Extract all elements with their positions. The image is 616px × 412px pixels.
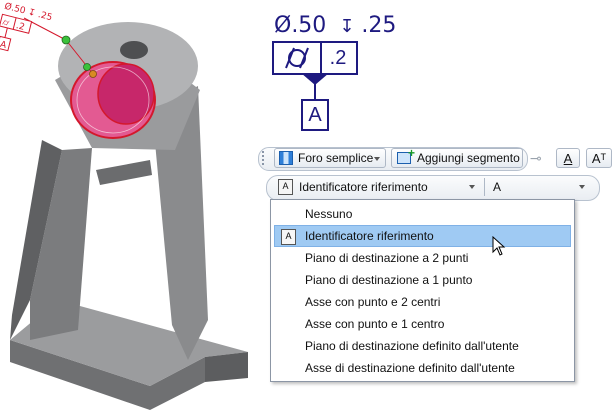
small-datum-leader [4, 27, 8, 38]
dropdown-item-label: Piano di destinazione a 2 punti [305, 251, 469, 265]
text-rotate-icon: Aᵀ [591, 150, 607, 166]
feature-control-frame[interactable]: .2 [272, 41, 358, 75]
base-end-face [205, 352, 248, 382]
grip-point-end[interactable] [89, 70, 97, 78]
mini-toolbar: Foro semplice + Aggiungi segmento ⊸ A Aᵀ [258, 145, 616, 171]
chevron-down-icon [469, 185, 475, 189]
tolerance-value: .2 [329, 46, 347, 69]
datum-value: A [493, 180, 502, 194]
leader-tool-icon[interactable]: ⊸ [530, 150, 550, 166]
datum-box[interactable]: A [301, 99, 329, 131]
hole-type-dropdown[interactable]: Foro semplice [274, 148, 386, 168]
cylindricity-icon [285, 47, 309, 69]
text-style-icon: A [563, 150, 573, 166]
dropdown-item-label: Asse con punto e 1 centro [305, 317, 445, 331]
datum-identifier-icon: A [278, 179, 293, 195]
dropdown-item-identificatore[interactable]: A Identificatore riferimento [274, 225, 571, 247]
dropdown-item-label: Nessuno [305, 207, 353, 221]
datum-letter: A [308, 103, 322, 126]
add-segment-icon: + [397, 147, 415, 164]
depth-icon: ↧ [339, 16, 355, 37]
identifier-type-dropdown: Nessuno A Identificatore riferimento Pia… [270, 199, 575, 382]
dropdown-item-piano-utente[interactable]: Piano di destinazione definito dall'uten… [274, 335, 571, 357]
text-style-button[interactable]: A [556, 148, 580, 168]
dropdown-item-label: Asse di destinazione definito dall'utent… [305, 361, 515, 375]
diameter-text: Ø.50 [274, 13, 327, 38]
fcf-symbol-cell [274, 43, 322, 73]
dropdown-item-label: Piano di destinazione definito dall'uten… [305, 339, 519, 353]
dropdown-item-asse-2-centri[interactable]: Asse con punto e 2 centri [274, 291, 571, 313]
fcf-tolerance-cell: .2 [320, 43, 356, 73]
dropdown-item-label: Identificatore riferimento [305, 229, 434, 243]
datum-leader-line [314, 84, 316, 100]
grip-point-top[interactable] [61, 35, 71, 45]
dropdown-item-piano-2-punti[interactable]: Piano di destinazione a 2 punti [274, 247, 571, 269]
add-segment-label: Aggiungi segmento [417, 151, 520, 165]
hole-type-label: Foro semplice [298, 151, 374, 165]
dropdown-item-label: Piano di destinazione a 1 punto [305, 273, 473, 287]
dropdown-item-nessuno[interactable]: Nessuno [274, 203, 571, 225]
mouse-cursor-icon [492, 236, 506, 256]
row-divider [484, 178, 485, 196]
hole-icon [279, 151, 293, 165]
small-annotation: Ø.50 ↧ .25 ⌭ .2 A [0, 1, 53, 52]
dropdown-item-asse-utente[interactable]: Asse di destinazione definito dall'utent… [274, 357, 571, 379]
toolbar-grip[interactable] [262, 151, 268, 165]
text-rotate-button[interactable]: Aᵀ [586, 148, 612, 168]
3d-model-viewport[interactable]: Ø.50 ↧ .25 ⌭ .2 A [0, 0, 262, 412]
grip-point-mid[interactable] [83, 63, 91, 71]
add-segment-button[interactable]: + Aggiungi segmento [391, 147, 523, 168]
hole-callout-text: Ø.50 ↧ .25 [274, 15, 396, 38]
datum-identifier-icon: A [281, 229, 296, 245]
identifier-type-combo[interactable]: A Identificatore riferimento [275, 177, 483, 197]
small-hole [120, 41, 148, 59]
dropdown-item-label: Asse con punto e 2 centri [305, 295, 441, 309]
dropdown-item-asse-1-centro[interactable]: Asse con punto e 1 centro [274, 313, 571, 335]
chevron-down-icon [374, 157, 380, 161]
datum-value-combo[interactable]: A [487, 177, 591, 197]
depth-text: .25 [361, 13, 397, 38]
dropdown-item-piano-1-punto[interactable]: Piano di destinazione a 1 punto [274, 269, 571, 291]
identifier-type-value: Identificatore riferimento [299, 180, 428, 194]
chevron-down-icon [579, 185, 585, 189]
